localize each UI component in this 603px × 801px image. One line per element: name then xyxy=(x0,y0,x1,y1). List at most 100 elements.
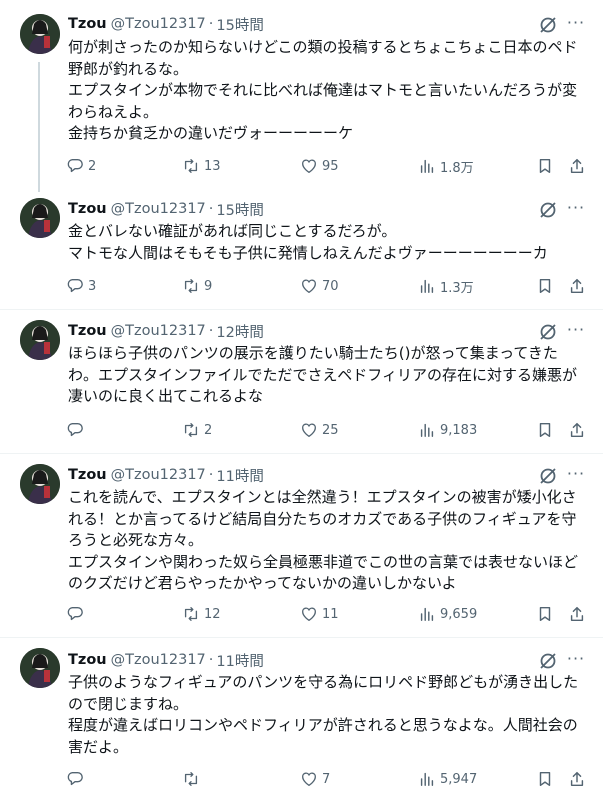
reply-button[interactable] xyxy=(66,420,88,440)
grok-icon[interactable] xyxy=(538,200,558,220)
reply-icon xyxy=(67,607,83,621)
grok-icon[interactable] xyxy=(538,466,558,486)
tweet-text-line: ので閉じますね。 xyxy=(68,694,189,713)
like-count: 95 xyxy=(322,158,339,174)
display-name[interactable]: Tzou xyxy=(68,323,107,339)
bookmark-button[interactable] xyxy=(536,156,558,176)
like-count: 70 xyxy=(322,278,339,294)
bookmark-button[interactable] xyxy=(536,604,558,624)
avatar[interactable] xyxy=(20,198,60,238)
share-button[interactable] xyxy=(568,276,590,296)
views-icon xyxy=(420,423,434,438)
separator-dot: · xyxy=(208,323,214,339)
display-name[interactable]: Tzou xyxy=(68,16,107,32)
reply-button[interactable]: 2 xyxy=(66,156,96,176)
view-count: 9,659 xyxy=(440,606,478,622)
display-name[interactable]: Tzou xyxy=(68,652,107,668)
tweet-text-line: 凄いのに良く出てこれるよな xyxy=(68,387,264,405)
more-options-icon[interactable]: ··· xyxy=(566,651,586,672)
retweet-button[interactable]: 2 xyxy=(182,420,212,440)
views-button[interactable]: 9,183 xyxy=(418,420,477,440)
retweet-button[interactable]: 9 xyxy=(182,276,212,296)
user-handle[interactable]: @Tzou12317 xyxy=(111,652,206,668)
views-button[interactable]: 1.8万 xyxy=(418,156,474,176)
retweet-count: 9 xyxy=(204,278,213,294)
retweet-count: 12 xyxy=(204,606,221,622)
bookmark-icon xyxy=(539,278,551,294)
like-button[interactable]: 70 xyxy=(300,276,339,296)
more-options-icon[interactable]: ··· xyxy=(566,322,586,343)
retweet-count: 13 xyxy=(204,158,221,174)
share-button[interactable] xyxy=(568,604,590,624)
reply-button[interactable] xyxy=(66,604,88,624)
grok-icon[interactable] xyxy=(538,322,558,342)
tweet-feed: Tzou @Tzou12317 · 15時間 ··· 何が刺さったのか知らないけ… xyxy=(0,0,603,801)
share-icon xyxy=(570,278,584,294)
tweet-text: 何が刺さったのか知らないけどこの類の投稿するとちょこちょこ日本のペド 野郎が釣れ… xyxy=(68,37,588,145)
share-button[interactable] xyxy=(568,769,590,789)
timestamp[interactable]: 11時間 xyxy=(216,465,263,486)
share-icon xyxy=(570,606,584,622)
tweet-text-line: エプスタインが本物でそれに比べれば俺達はマトモと言いたいんだろうが変 xyxy=(68,81,578,99)
share-button[interactable] xyxy=(568,420,590,440)
tweet-text-line: 害だよ。 xyxy=(68,737,129,756)
tweet-header: Tzou @Tzou12317 · 15時間 xyxy=(68,14,264,34)
retweet-count: 2 xyxy=(204,422,213,438)
tweet-header: Tzou @Tzou12317 · 15時間 xyxy=(68,199,264,219)
like-button[interactable]: 11 xyxy=(300,604,339,624)
like-button[interactable]: 95 xyxy=(300,156,339,176)
user-handle[interactable]: @Tzou12317 xyxy=(111,467,206,483)
grok-icon[interactable] xyxy=(538,651,558,671)
reply-icon xyxy=(67,159,83,173)
retweet-button[interactable]: 12 xyxy=(182,604,221,624)
retweet-icon xyxy=(184,423,198,437)
view-count: 9,183 xyxy=(440,422,478,438)
views-button[interactable]: 1.3万 xyxy=(418,276,474,296)
avatar[interactable] xyxy=(20,320,60,360)
heart-icon xyxy=(302,772,316,786)
share-icon xyxy=(570,422,584,438)
tweet-text-line: マトモな人間はそもそも子供に発情しねえんだよヴァーーーーーーーカ xyxy=(68,243,548,262)
bookmark-button[interactable] xyxy=(536,769,558,789)
bookmark-button[interactable] xyxy=(536,276,558,296)
like-button[interactable]: 25 xyxy=(300,420,339,440)
avatar[interactable] xyxy=(20,648,60,688)
user-handle[interactable]: @Tzou12317 xyxy=(111,201,206,217)
avatar[interactable] xyxy=(20,464,60,504)
view-count: 1.3万 xyxy=(440,280,474,296)
timestamp[interactable]: 15時間 xyxy=(216,14,263,35)
retweet-button[interactable]: 13 xyxy=(182,156,221,176)
reply-button[interactable]: 3 xyxy=(66,276,96,296)
timestamp[interactable]: 12時間 xyxy=(216,321,263,342)
share-button[interactable] xyxy=(568,156,590,176)
share-icon xyxy=(570,771,584,787)
more-options-icon[interactable]: ··· xyxy=(566,466,586,487)
more-options-icon[interactable]: ··· xyxy=(566,200,586,221)
views-button[interactable]: 9,659 xyxy=(418,604,477,624)
reply-button[interactable] xyxy=(66,769,88,789)
more-options-icon[interactable]: ··· xyxy=(566,15,586,36)
tweet-text-line: これを読んで、エプスタインとは全然違う！エプスタインの被害が矮小化さ xyxy=(68,488,577,506)
like-button[interactable]: 7 xyxy=(300,769,330,789)
thread-connector xyxy=(38,62,40,192)
user-handle[interactable]: @Tzou12317 xyxy=(111,323,206,339)
retweet-button[interactable] xyxy=(182,769,204,789)
timestamp[interactable]: 15時間 xyxy=(216,199,263,220)
display-name[interactable]: Tzou xyxy=(68,467,107,483)
tweet-header: Tzou @Tzou12317 · 11時間 xyxy=(68,465,264,485)
retweet-icon xyxy=(184,159,198,173)
tweet-header: Tzou @Tzou12317 · 12時間 xyxy=(68,321,264,341)
heart-icon xyxy=(302,279,316,293)
heart-icon xyxy=(302,423,316,437)
tweet-text: これを読んで、エプスタインとは全然違う！エプスタインの被害が矮小化さ れる！とか… xyxy=(68,487,588,595)
avatar[interactable] xyxy=(20,14,60,54)
user-handle[interactable]: @Tzou12317 xyxy=(111,16,206,32)
views-button[interactable]: 5,947 xyxy=(418,769,477,789)
grok-icon[interactable] xyxy=(538,15,558,35)
separator-dot: · xyxy=(208,652,214,668)
heart-icon xyxy=(302,159,316,173)
display-name[interactable]: Tzou xyxy=(68,201,107,217)
bookmark-button[interactable] xyxy=(536,420,558,440)
timestamp[interactable]: 11時間 xyxy=(216,650,263,671)
divider xyxy=(0,309,603,310)
